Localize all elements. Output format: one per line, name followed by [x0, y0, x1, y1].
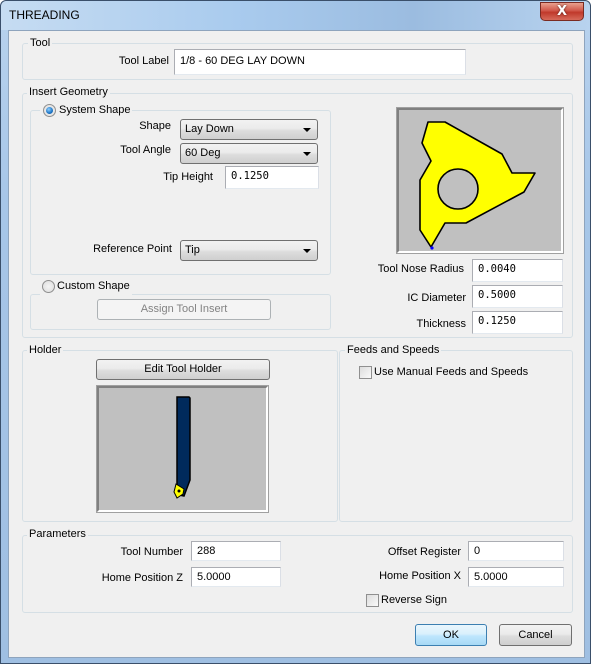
- tip-height-input[interactable]: 0.1250: [225, 166, 319, 189]
- reverse-sign-checkbox[interactable]: [366, 594, 379, 607]
- holder-preview: [96, 385, 269, 513]
- holder-insert-hole: [177, 489, 181, 493]
- tool-angle-select[interactable]: 60 Deg: [180, 143, 318, 164]
- reference-point-value: Tip: [185, 244, 200, 256]
- tool-number-input[interactable]: 288: [191, 541, 281, 561]
- tool-angle-value: 60 Deg: [185, 147, 221, 159]
- title-bar[interactable]: THREADING X: [1, 1, 590, 30]
- insert-preview-graphic: [419, 121, 536, 250]
- holder-preview-graphic: [173, 396, 191, 499]
- close-icon: X: [556, 4, 568, 19]
- ic-diameter-input[interactable]: 0.5000: [472, 285, 563, 308]
- tool-group-label: Tool: [28, 37, 53, 49]
- threading-dialog: THREADING X Tool Tool Label 1/8 - 60 DEG…: [0, 0, 591, 664]
- shape-value: Lay Down: [185, 123, 234, 135]
- tool-nose-radius-caption: Tool Nose Radius: [377, 263, 464, 275]
- tool-label-input[interactable]: 1/8 - 60 DEG LAY DOWN: [174, 49, 466, 75]
- feeds-speeds-label: Feeds and Speeds: [345, 344, 442, 356]
- ic-diameter-caption: IC Diameter: [407, 292, 466, 304]
- tip-marker: [430, 246, 434, 250]
- tool-nose-radius-input[interactable]: 0.0040: [472, 259, 563, 282]
- custom-shape-radio-wrap[interactable]: Custom Shape: [40, 279, 132, 295]
- shape-select[interactable]: Lay Down: [180, 119, 318, 140]
- system-shape-label: System Shape: [59, 104, 131, 116]
- insert-geometry-label: Insert Geometry: [27, 86, 110, 98]
- system-shape-radio[interactable]: [43, 104, 56, 117]
- dialog-body: Tool Tool Label 1/8 - 60 DEG LAY DOWN In…: [8, 30, 585, 658]
- thickness-caption: Thickness: [416, 318, 466, 330]
- home-z-caption: Home Position Z: [101, 572, 183, 584]
- holder-group-label: Holder: [27, 344, 64, 356]
- reference-point-select[interactable]: Tip: [180, 240, 318, 261]
- home-x-input[interactable]: 5.0000: [468, 567, 564, 587]
- reference-point-caption: Reference Point: [93, 243, 172, 255]
- insert-ic-hole: [437, 168, 479, 210]
- custom-shape-radio[interactable]: [42, 280, 55, 293]
- offset-register-input[interactable]: 0: [468, 541, 564, 561]
- reverse-sign-label[interactable]: Reverse Sign: [381, 594, 447, 606]
- parameters-label: Parameters: [27, 528, 88, 540]
- tip-height-caption: Tip Height: [163, 171, 213, 183]
- cancel-button[interactable]: Cancel: [499, 624, 572, 646]
- custom-shape-label: Custom Shape: [57, 280, 130, 292]
- tool-nose-radius-value: 0.0040: [478, 263, 516, 275]
- tool-number-value: 288: [197, 545, 216, 557]
- tool-number-caption: Tool Number: [120, 546, 183, 558]
- close-button[interactable]: X: [540, 2, 584, 21]
- tool-angle-caption: Tool Angle: [120, 144, 171, 156]
- ic-diameter-value: 0.5000: [478, 289, 516, 301]
- home-z-input[interactable]: 5.0000: [191, 567, 281, 587]
- tip-height-value: 0.1250: [231, 170, 269, 182]
- manual-feeds-label[interactable]: Use Manual Feeds and Speeds: [374, 366, 528, 378]
- shape-caption: Shape: [139, 120, 171, 132]
- tool-label-caption: Tool Label: [118, 55, 169, 67]
- chevron-down-icon: [303, 128, 311, 132]
- assign-tool-insert-button[interactable]: Assign Tool Insert: [97, 299, 271, 320]
- home-x-value: 5.0000: [474, 571, 508, 583]
- offset-register-caption: Offset Register: [387, 546, 461, 558]
- edit-tool-holder-button[interactable]: Edit Tool Holder: [96, 359, 270, 380]
- chevron-down-icon: [303, 249, 311, 253]
- manual-feeds-checkbox[interactable]: [359, 366, 372, 379]
- thickness-value: 0.1250: [478, 315, 516, 327]
- home-z-value: 5.0000: [197, 571, 231, 583]
- insert-preview: [396, 107, 564, 254]
- system-shape-radio-wrap[interactable]: System Shape: [40, 103, 132, 119]
- chevron-down-icon: [303, 152, 311, 156]
- ok-button[interactable]: OK: [415, 624, 487, 646]
- window-title: THREADING: [9, 8, 80, 22]
- holder-body: [176, 396, 191, 497]
- home-x-caption: Home Position X: [379, 570, 461, 582]
- offset-register-value: 0: [474, 545, 481, 557]
- tool-label-value: 1/8 - 60 DEG LAY DOWN: [180, 55, 305, 67]
- thickness-input[interactable]: 0.1250: [472, 311, 563, 334]
